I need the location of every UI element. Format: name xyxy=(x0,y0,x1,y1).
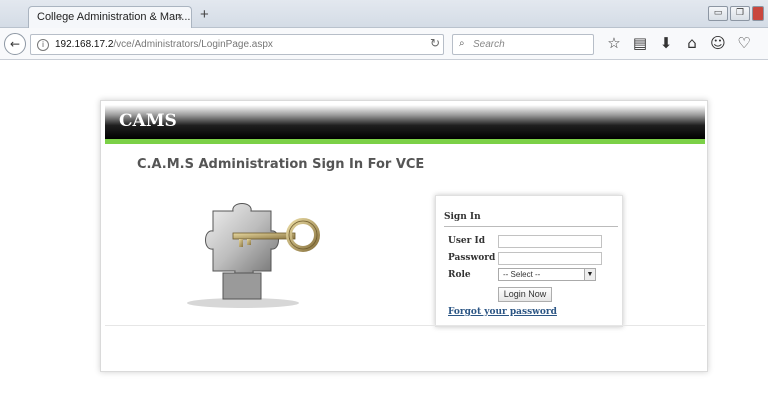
home-icon[interactable]: ⌂ xyxy=(684,34,700,52)
site-header: CAMS xyxy=(105,105,705,139)
role-label: Role xyxy=(448,270,471,280)
close-tab-icon[interactable]: × xyxy=(177,11,183,23)
sign-in-heading: Sign In xyxy=(444,212,481,222)
puzzle-key-illustration xyxy=(187,203,320,308)
role-selected-value: -- Select -- xyxy=(503,270,541,279)
search-placeholder: Search xyxy=(473,39,505,50)
toolbar-icons: ☆ ▤ ⬇ ⌂ ☺ ♡ xyxy=(606,34,752,52)
chevron-down-icon[interactable]: ▼ xyxy=(584,269,595,280)
search-icon: ⌕ xyxy=(459,38,465,49)
accent-bar xyxy=(105,139,705,144)
pocket-icon[interactable]: ♡ xyxy=(736,34,752,52)
sign-in-box: Sign In User Id Password Role -- Select … xyxy=(435,195,623,327)
password-label: Password xyxy=(448,253,496,263)
star-icon[interactable]: ☆ xyxy=(606,34,622,52)
info-icon[interactable]: i xyxy=(37,39,49,51)
login-button[interactable]: Login Now xyxy=(498,287,552,302)
role-select[interactable]: -- Select -- ▼ xyxy=(498,268,596,281)
window-controls: ▭ ❐ xyxy=(708,6,764,21)
close-window-icon[interactable] xyxy=(752,6,764,21)
divider xyxy=(444,226,618,227)
login-panel: CAMS C.A.M.S Administration Sign In For … xyxy=(100,100,708,372)
new-tab-button[interactable]: + xyxy=(200,6,209,23)
browser-tab-bar: College Administration & Man... × + ▭ ❐ xyxy=(0,0,768,28)
url-path: /vce/Administrators/LoginPage.aspx xyxy=(113,39,273,50)
bookmarks-icon[interactable]: ▤ xyxy=(632,34,648,52)
user-id-input[interactable] xyxy=(498,235,602,248)
download-icon[interactable]: ⬇ xyxy=(658,34,674,52)
minimize-icon[interactable]: ▭ xyxy=(708,6,728,21)
url-host: 192.168.17.2 xyxy=(55,39,114,50)
tab-title: College Administration & Man... xyxy=(37,11,191,23)
site-brand: CAMS xyxy=(119,111,177,131)
back-button[interactable]: ← xyxy=(4,33,26,55)
restore-icon[interactable]: ❐ xyxy=(730,6,750,21)
password-input[interactable] xyxy=(498,252,602,265)
search-input[interactable]: ⌕ Search xyxy=(452,34,594,55)
browser-nav-bar: ← i 192.168.17.2/vce/Administrators/Logi… xyxy=(0,28,768,60)
page-title: C.A.M.S Administration Sign In For VCE xyxy=(137,157,425,172)
forgot-password-link[interactable]: Forgot your password xyxy=(448,307,557,317)
address-bar[interactable]: i 192.168.17.2/vce/Administrators/LoginP… xyxy=(30,34,444,55)
chat-icon[interactable]: ☺ xyxy=(710,34,726,52)
user-id-label: User Id xyxy=(448,236,486,246)
reload-icon[interactable]: ↻ xyxy=(430,36,440,50)
browser-tab[interactable]: College Administration & Man... × xyxy=(28,6,192,28)
footer-divider xyxy=(105,325,705,326)
